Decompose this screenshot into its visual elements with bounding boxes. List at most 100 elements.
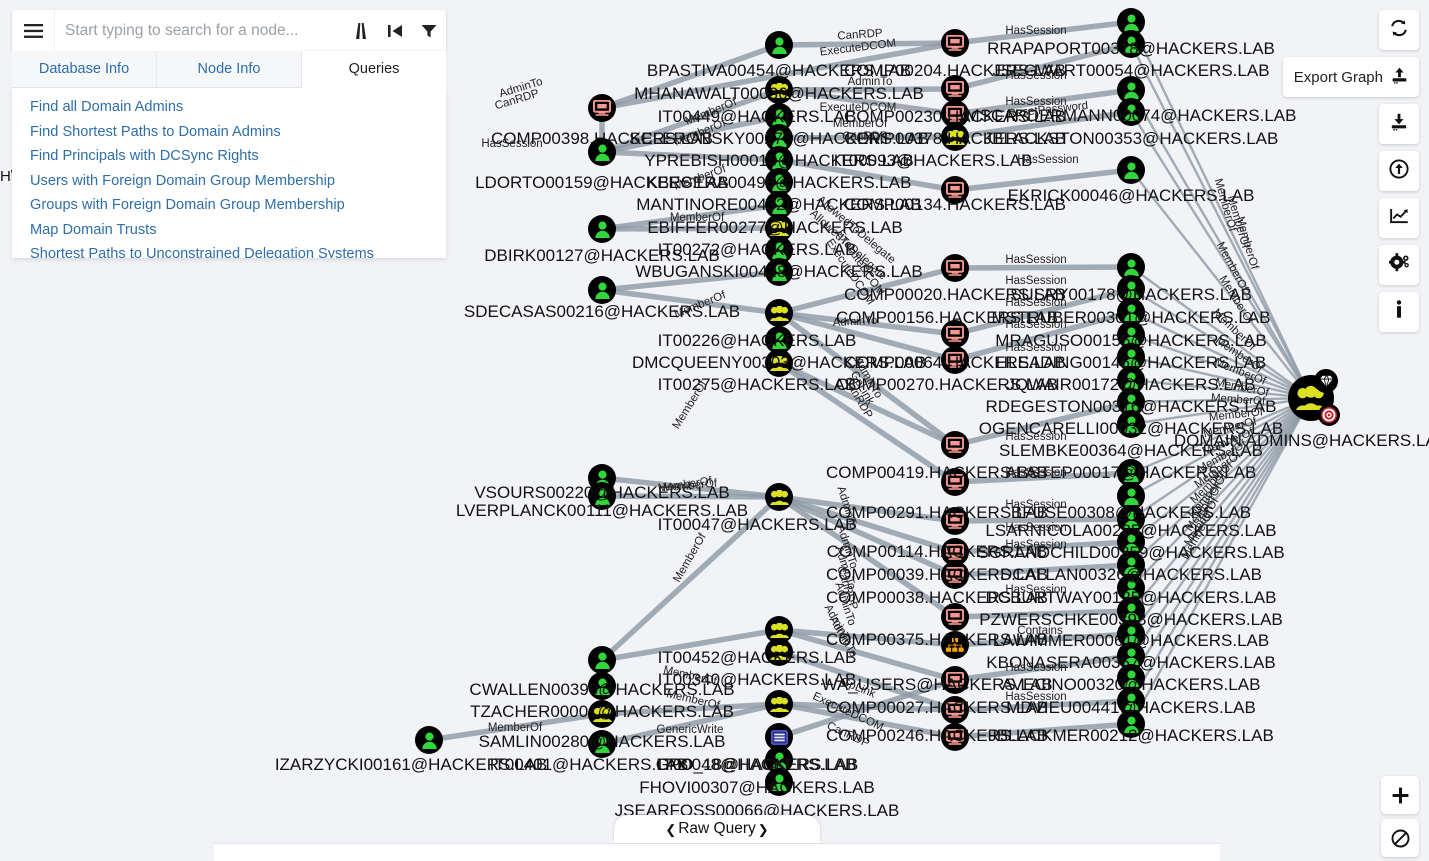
graph-node-user[interactable] [765, 768, 793, 796]
graph-node-user[interactable] [1117, 98, 1145, 126]
info-icon [1394, 300, 1404, 324]
graph-edge [778, 157, 956, 193]
graph-edge [954, 608, 1132, 620]
graph-edge [954, 286, 1132, 337]
export-graph-button[interactable]: Export Graph [1282, 57, 1419, 97]
right-toolbar: Export Graph [1282, 10, 1419, 332]
graph-node-computer[interactable] [941, 176, 969, 204]
chart-button[interactable] [1379, 198, 1419, 238]
graph-edge [1130, 397, 1312, 612]
graph-edge [1130, 397, 1312, 635]
graph-node-user[interactable] [765, 31, 793, 59]
graph-node-computer[interactable] [941, 468, 969, 496]
settings-gear-icon [1387, 253, 1410, 277]
tab-node-info[interactable]: Node Info [157, 51, 302, 87]
graph-node-user[interactable] [588, 482, 616, 510]
tab-queries[interactable]: Queries [302, 51, 446, 88]
graph-node-group[interactable] [941, 123, 969, 151]
graph-node-user[interactable] [588, 730, 616, 758]
graph-node-computer[interactable] [941, 696, 969, 724]
graph-edge [778, 649, 956, 713]
query-item[interactable]: Find all Domain Admins [12, 95, 446, 120]
graph-node-computer[interactable] [588, 94, 616, 122]
graph-edge [1129, 397, 1313, 702]
bloodhound-app: BPASTIVA00454@HACKERS.LAB MHANAWALT00036@… [0, 0, 1429, 861]
query-item[interactable]: Users with Foreign Domain Group Membersh… [12, 169, 446, 194]
search-input[interactable] [55, 21, 344, 40]
graph-edge [777, 360, 957, 448]
graph-node-computer[interactable] [941, 431, 969, 459]
graph-node-user[interactable] [588, 138, 616, 166]
graph-node-group[interactable] [588, 700, 616, 728]
graph-node-computer[interactable] [941, 561, 969, 589]
graph-node-user[interactable] [588, 215, 616, 243]
graph-edge [601, 493, 780, 500]
graph-node-computer[interactable] [941, 29, 969, 57]
info-button[interactable] [1379, 292, 1419, 332]
query-item[interactable]: Find Principals with DCSync Rights [12, 144, 446, 169]
query-item[interactable]: Shortest Paths to Unconstrained Delegati… [12, 242, 446, 258]
graph-node-computer[interactable] [941, 75, 969, 103]
graph-node-group[interactable] [765, 299, 793, 327]
graph-node-group[interactable] [765, 483, 793, 511]
upload-circle-button[interactable] [1379, 151, 1419, 191]
graph-edge [954, 167, 1132, 193]
graph-node-computer[interactable] [941, 666, 969, 694]
graph-node-user[interactable] [1117, 30, 1145, 58]
no-entry-button[interactable] [1381, 819, 1419, 857]
graph-edge [954, 721, 1132, 740]
graph-edge [778, 265, 956, 316]
graph-node-user[interactable] [588, 276, 616, 304]
graph-edge [954, 87, 1132, 117]
panel-tabs: Database Info Node Info Queries [12, 51, 446, 88]
graph-edge [1129, 397, 1313, 679]
settings-button[interactable] [1379, 245, 1419, 285]
chevron-down-icon-right: ❯ [757, 821, 769, 837]
graph-node-computer[interactable] [941, 723, 969, 751]
raw-query-panel [214, 843, 1220, 861]
graph-edge [954, 516, 1132, 524]
graph-node-user[interactable] [415, 726, 443, 754]
graph-node-ou[interactable] [941, 631, 969, 659]
query-item[interactable]: Groups with Foreign Domain Group Members… [12, 193, 446, 218]
pathfinding-icon[interactable] [344, 10, 378, 51]
raw-query-toggle[interactable]: ❮ Raw Query ❯ [614, 815, 820, 843]
graph-node-user[interactable] [588, 672, 616, 700]
tab-database-info[interactable]: Database Info [12, 51, 157, 87]
graph-node-group[interactable] [765, 76, 793, 104]
no-entry-icon [1391, 829, 1409, 847]
graph-node-user[interactable] [1117, 156, 1145, 184]
graph-node-computer[interactable] [941, 320, 969, 348]
graph-edge [954, 309, 1132, 363]
refresh-button[interactable] [1379, 10, 1419, 50]
filter-icon[interactable] [412, 10, 446, 51]
zoom-in-button[interactable] [1381, 776, 1419, 814]
graph-edge [428, 711, 603, 743]
graph-node-user[interactable] [1117, 710, 1145, 738]
query-item[interactable]: Map Domain Trusts [12, 218, 446, 243]
graph-node-domain-admins[interactable] [1288, 369, 1340, 426]
skip-back-icon[interactable] [378, 10, 412, 51]
high-value-diamond-icon [1314, 369, 1338, 393]
upload-icon [1391, 67, 1408, 88]
graph-node-computer[interactable] [941, 507, 969, 535]
hamburger-menu-icon[interactable] [12, 10, 55, 51]
graph-node-computer[interactable] [941, 603, 969, 631]
graph-node-computer[interactable] [941, 254, 969, 282]
tab-label: Queries [348, 61, 400, 77]
query-list[interactable]: Find all Domain Admins Find Shortest Path… [12, 88, 446, 258]
tab-label: Node Info [197, 61, 261, 77]
plus-icon [1392, 787, 1408, 803]
graph-node-computer[interactable] [941, 346, 969, 374]
graph-node-group[interactable] [765, 349, 793, 377]
graph-node-user[interactable] [765, 258, 793, 286]
graph-node-group[interactable] [765, 638, 793, 666]
download-button[interactable] [1379, 104, 1419, 144]
graph-edge [601, 287, 780, 316]
query-item[interactable]: Find Shortest Paths to Domain Admins [12, 120, 446, 145]
graph-edge [954, 109, 1132, 140]
graph-node-group[interactable] [765, 690, 793, 718]
graph-node-user[interactable] [588, 646, 616, 674]
graph-edge [778, 310, 956, 363]
graph-node-user[interactable] [1117, 410, 1145, 438]
